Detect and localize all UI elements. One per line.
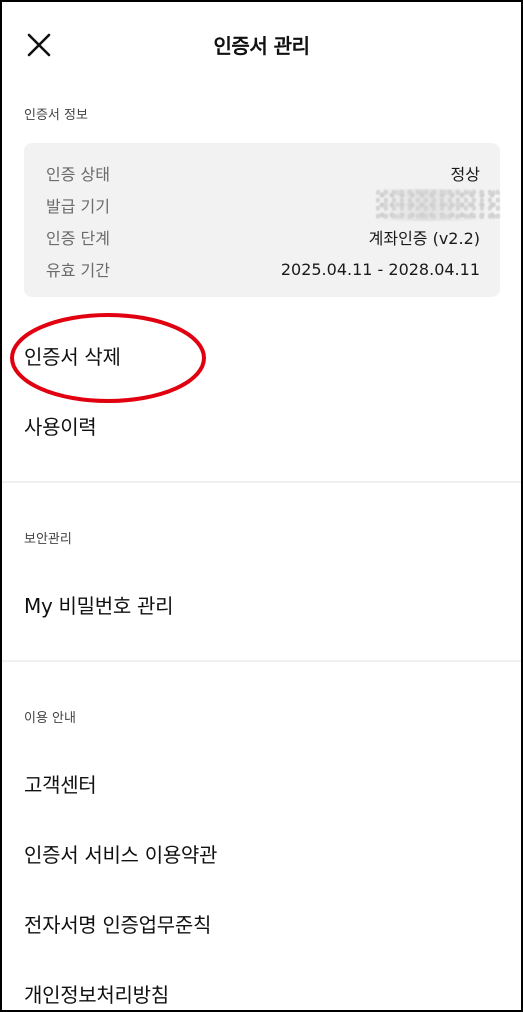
info-label: 인증 상태: [46, 165, 110, 184]
info-row-level: 인증 단계 계좌인증 (v2.2): [24, 223, 500, 251]
redacted-device-value: [376, 189, 500, 221]
divider: [2, 660, 521, 662]
terms-of-service-item[interactable]: 인증서 서비스 이용약관: [24, 839, 217, 868]
header: 인증서 관리: [2, 2, 521, 86]
delete-certificate-item[interactable]: 인증서 삭제: [24, 341, 121, 370]
certification-practice-item[interactable]: 전자서명 인증업무준칙: [24, 909, 211, 938]
divider: [2, 481, 521, 483]
customer-center-item[interactable]: 고객센터: [24, 769, 97, 798]
info-value: 계좌인증 (v2.2): [368, 229, 480, 248]
info-row-device: 발급 기기: [24, 189, 500, 221]
info-label: 인증 단계: [46, 229, 110, 248]
info-value: 2025.04.11 - 2028.04.11: [280, 259, 480, 279]
info-row-status: 인증 상태 정상: [24, 159, 500, 187]
usage-guide-section-label: 이용 안내: [24, 711, 76, 726]
security-section-label: 보안관리: [24, 532, 72, 547]
cert-info-card: 인증 상태 정상 발급 기기 인증 단계 계좌인증 (v2.2) 유효 기간 2…: [24, 143, 500, 297]
usage-history-item[interactable]: 사용이력: [24, 411, 97, 440]
screen-frame: 인증서 관리 인증서 정보 인증 상태 정상 발급 기기 인증 단계 계좌인증 …: [0, 0, 523, 1012]
info-value: 정상: [450, 165, 480, 184]
page-title: 인증서 관리: [213, 34, 310, 58]
info-label: 발급 기기: [46, 197, 110, 216]
info-label: 유효 기간: [46, 261, 110, 280]
info-row-validity: 유효 기간 2025.04.11 - 2028.04.11: [24, 255, 500, 283]
privacy-policy-item[interactable]: 개인정보처리방침: [24, 979, 169, 1008]
password-management-item[interactable]: My 비밀번호 관리: [24, 590, 174, 619]
cert-info-section-label: 인증서 정보: [24, 108, 88, 123]
